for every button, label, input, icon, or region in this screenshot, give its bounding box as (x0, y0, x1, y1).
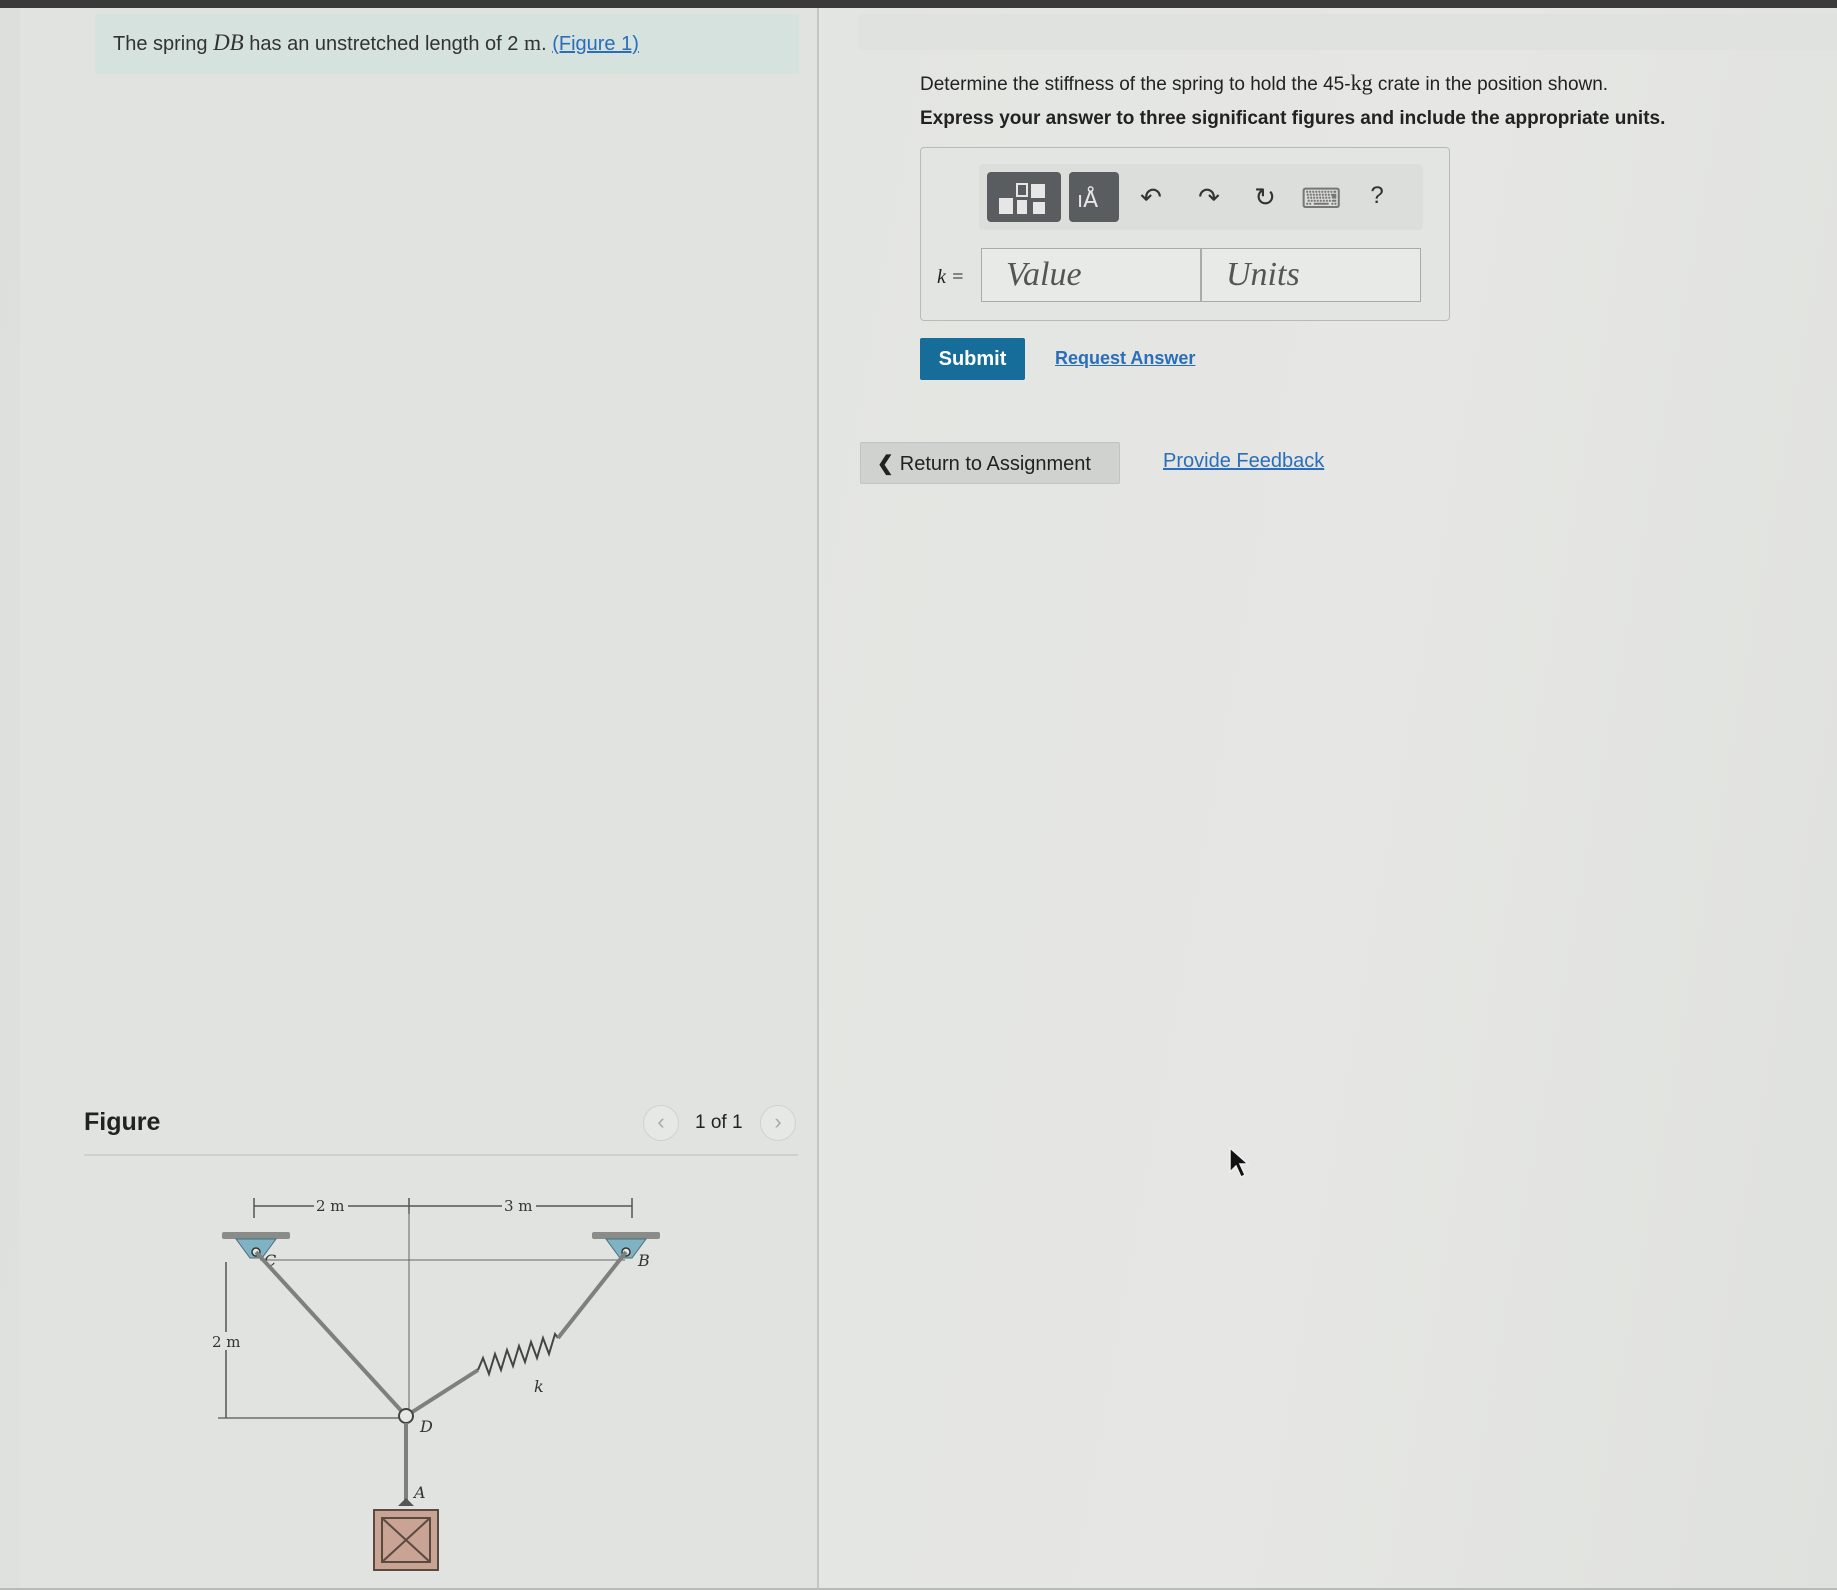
intro-suffix: . (541, 33, 553, 55)
figure-link[interactable]: (Figure 1) (552, 33, 639, 55)
templates-button[interactable] (987, 172, 1061, 222)
request-answer-link[interactable]: Request Answer (1055, 348, 1195, 369)
reset-icon[interactable]: ↻ (1245, 182, 1285, 213)
dim-label-cd: 2 m (316, 1197, 345, 1215)
submit-button[interactable]: Submit (920, 338, 1025, 380)
units-field (1201, 248, 1421, 302)
cable-spring-b (556, 1250, 628, 1340)
help-icon[interactable]: ? (1357, 182, 1397, 210)
problem-intro-box: The spring DB has an unstretched length … (95, 14, 799, 74)
answer-box: ıÅ ↶ ↷ ↻ ⌨ ? k = (920, 147, 1450, 321)
top-bar (0, 0, 1837, 8)
value-input[interactable] (982, 249, 1200, 301)
units-icon: ıÅ (1077, 188, 1099, 213)
problem-intro-text: The spring DB has an unstretched length … (113, 30, 639, 56)
ring-d (398, 1408, 414, 1424)
panel-divider (817, 8, 819, 1590)
spring-name: DB (213, 30, 244, 55)
undo-icon[interactable]: ↶ (1131, 182, 1171, 213)
return-label: Return to Assignment (899, 452, 1091, 475)
dim-label-vertical: 2 m (212, 1333, 241, 1351)
support-b-plate (592, 1232, 660, 1239)
intro-unit: m (523, 30, 542, 55)
figure-next-button[interactable]: › (760, 1105, 796, 1141)
question-prefix: Determine the stiffness of the spring to… (920, 74, 1351, 95)
templates-icon (999, 183, 1045, 214)
units-input[interactable] (1202, 249, 1420, 301)
question-text: Determine the stiffness of the spring to… (920, 70, 1608, 96)
return-to-assignment-button[interactable]: ❮ Return to Assignment (860, 442, 1120, 484)
question-suffix: crate in the position shown. (1372, 74, 1609, 95)
point-label-d: D (419, 1417, 433, 1436)
question-unit: kg (1350, 70, 1373, 95)
spring-k (477, 1331, 559, 1378)
keyboard-icon[interactable]: ⌨ (1301, 182, 1341, 215)
answer-instruction: Express your answer to three significant… (920, 108, 1666, 129)
spring-crate-diagram: 2 m 3 m C B 2 m k D A (210, 1196, 660, 1571)
support-c-plate (222, 1232, 290, 1239)
point-label-b: B (637, 1251, 650, 1270)
figure-title: Figure (84, 1108, 161, 1136)
figure-prev-button[interactable]: ‹ (643, 1105, 679, 1141)
math-toolbar: ıÅ ↶ ↷ ↻ ⌨ ? (979, 164, 1423, 230)
figure-counter: 1 of 1 (695, 1112, 743, 1133)
part-header-bar (858, 14, 1837, 50)
mouse-pointer-icon (1229, 1146, 1250, 1179)
cable-d-spring (404, 1368, 480, 1418)
provide-feedback-link[interactable]: Provide Feedback (1163, 450, 1324, 473)
dim-label-db: 3 m (504, 1197, 533, 1215)
value-field (981, 248, 1201, 302)
redo-icon[interactable]: ↷ (1189, 182, 1229, 213)
point-label-a: A (412, 1483, 426, 1502)
intro-prefix: The spring (113, 33, 214, 55)
units-button[interactable]: ıÅ (1069, 172, 1119, 222)
answer-variable-label: k = (937, 266, 965, 288)
figure-divider (84, 1154, 798, 1156)
intro-middle: has an unstretched length of 2 (243, 33, 524, 55)
hook-a (398, 1498, 414, 1506)
spring-label-k: k (534, 1377, 544, 1396)
chevron-left-icon: ❮ (877, 452, 894, 475)
cable-cd (254, 1250, 408, 1418)
screen: The spring DB has an unstretched length … (0, 0, 1837, 1590)
